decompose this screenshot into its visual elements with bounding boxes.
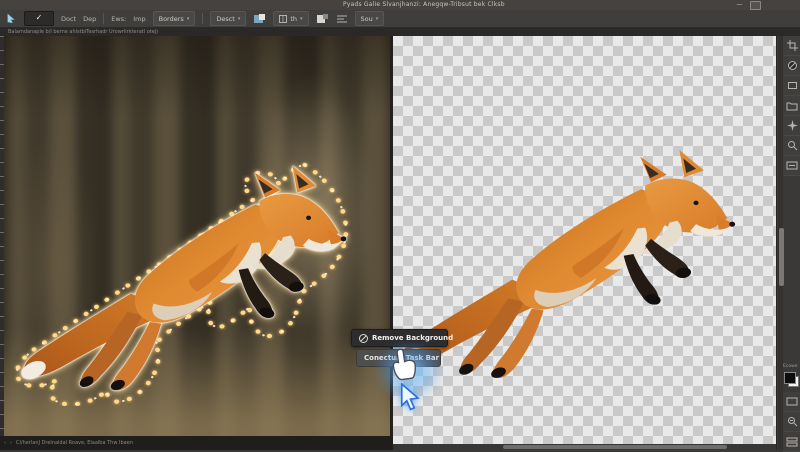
folder-button[interactable] (783, 96, 800, 116)
borders-dropdown-value: Borders (158, 14, 184, 23)
shape-tool-button[interactable] (783, 76, 800, 96)
history-back-button[interactable]: ‹ (4, 440, 6, 446)
option-label-imp[interactable]: Imp (133, 15, 145, 23)
artboard-icon (786, 161, 798, 170)
option-label-doct[interactable]: Doct (61, 15, 76, 23)
screen-mode-button[interactable] (783, 392, 800, 412)
panel-bottom-tools (783, 392, 800, 452)
option-label-ews: Ews: (111, 14, 127, 23)
window-title: Pyads Galie Slvanjhanzi: Anegqw-Tribsut … (343, 1, 505, 8)
fox-cutout-image[interactable] (393, 138, 741, 394)
layer-thumb-icon[interactable] (253, 13, 266, 25)
chevron-down-icon: ▾ (375, 15, 379, 22)
sou-dropdown[interactable]: Sou ▾ (354, 11, 385, 26)
history-forward-button[interactable]: › (10, 440, 12, 446)
foreground-color-swatch[interactable] (784, 372, 796, 384)
arrow-cursor-icon (400, 383, 420, 411)
options-divider (202, 13, 204, 24)
vertical-scrollbar-thumb[interactable] (779, 228, 784, 286)
status-bar: ‹ › Cl/herlanJ Drelnaldal Roave, Elaalba… (0, 436, 393, 450)
eraser-icon (787, 61, 797, 70)
zoom-icon (787, 141, 797, 151)
shape-icon (787, 82, 797, 89)
move-tool-icon[interactable] (6, 13, 17, 24)
artboard-button[interactable] (783, 156, 800, 176)
grid-icon (279, 14, 288, 23)
zoom-in-button[interactable] (783, 412, 800, 432)
eraser-tool-button[interactable] (783, 56, 800, 76)
option-label-dep[interactable]: Dep (83, 15, 96, 23)
folder-icon (786, 102, 798, 110)
hint-bar: Balamdanaple b/l berne ahlstbiTesrhadr U… (0, 28, 800, 36)
tool-options-bar: ✓ Doct Dep Ews: Imp Borders ▾ Desct ▾ th… (0, 10, 800, 28)
chevron-down-icon: ▾ (300, 15, 303, 22)
tool-column (783, 36, 800, 176)
horizontal-scrollbar[interactable] (393, 444, 776, 450)
th-dropdown[interactable]: th ▾ (273, 11, 309, 26)
hand-cursor-icon (392, 348, 416, 381)
commit-check-button[interactable]: ✓ (24, 11, 54, 26)
screen-mode-icon (786, 397, 798, 406)
title-bar: Pyads Galie Slvanjhanzi: Anegqw-Tribsut … (0, 0, 800, 10)
minimize-button[interactable]: — (735, 1, 744, 8)
remove-background-icon (359, 333, 368, 343)
th-dropdown-value: th (290, 14, 298, 23)
brush-tool-button[interactable] (783, 116, 800, 136)
crop-icon (786, 40, 798, 51)
borders-dropdown[interactable]: Borders ▾ (152, 11, 196, 26)
layers-panel-button[interactable] (783, 432, 800, 452)
zoom-tool-button[interactable] (783, 136, 800, 156)
crop-tool-button[interactable] (783, 36, 800, 56)
chevron-down-icon: ▾ (186, 15, 190, 22)
fox-with-selection-glow (18, 165, 347, 393)
zoom-plus-icon (787, 417, 797, 427)
sou-dropdown-value: Sou (360, 14, 373, 23)
right-tool-panel: Ecowe (776, 36, 800, 452)
status-text: Cl/herlanJ Drelnaldal Roave, Elaalba Thw… (16, 440, 133, 446)
select-subject-button[interactable]: Desct ▾ (210, 11, 247, 26)
color-swatches[interactable] (784, 372, 799, 387)
chevron-down-icon: ▾ (237, 15, 241, 22)
original-image-view[interactable] (4, 36, 390, 436)
horizontal-scrollbar-thumb[interactable] (503, 445, 727, 449)
mask-icon[interactable] (316, 13, 329, 25)
selected-fox-image[interactable] (12, 154, 352, 406)
maximize-button[interactable] (750, 1, 761, 10)
select-button-label: Desct (216, 14, 235, 23)
align-lines-icon[interactable] (336, 14, 348, 24)
background-removed-view[interactable] (393, 36, 776, 444)
panel-label: Ecowe (783, 364, 798, 369)
hint-text: Balamdanaple b/l berne ahlstbiTesrhadr U… (8, 29, 159, 35)
layers-icon (786, 437, 798, 446)
brush-icon (786, 120, 798, 131)
options-divider (103, 13, 105, 24)
